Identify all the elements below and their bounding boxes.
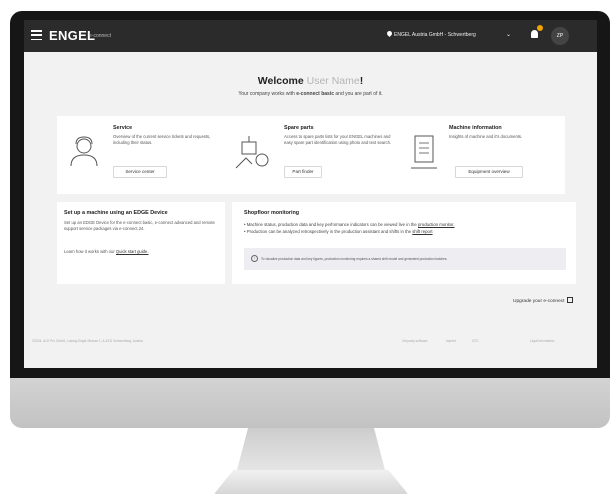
footer-link-legal[interactable]: Legal information: [530, 339, 554, 343]
monitor-stand-neck: [236, 428, 386, 474]
top-navigation-bar: ENGEL e-connect ENGEL Austria GmbH - Sch…: [24, 20, 597, 52]
shopfloor-bullet-1: • Machine status, production data and ke…: [244, 222, 455, 227]
learn-prefix: Learn how it works with our: [64, 249, 115, 254]
equipment-overview-button[interactable]: Equipment overview: [455, 166, 523, 178]
page-title: Welcome User Name!: [24, 75, 597, 87]
upgrade-link[interactable]: Upgrade your e-connect: [513, 297, 574, 304]
welcome-exclamation: !: [359, 75, 364, 87]
document-illustration-icon: [411, 135, 437, 169]
edge-setup-learn: Learn how it works with our Quick start …: [64, 249, 218, 255]
service-description: Overview of the current service tickets …: [113, 134, 211, 145]
location-pin-icon: [385, 29, 394, 38]
bullet-2-text: Production can be analyzed retrospective…: [246, 229, 412, 234]
hamburger-menu-icon[interactable]: [31, 30, 42, 41]
shift-report-link[interactable]: shift report: [412, 229, 432, 234]
shopfloor-monitoring-card: Shopfloor monitoring • Machine status, p…: [232, 202, 576, 284]
package-name: e-connect basic: [296, 91, 335, 97]
service-title: Service: [113, 125, 133, 131]
app-subtitle: e-connect: [89, 33, 111, 39]
subtitle-post: and you are part of it.: [335, 91, 383, 97]
subtitle-pre: Your company works with: [238, 91, 295, 97]
info-notice: i To visualize production data and key f…: [244, 248, 566, 270]
spare-parts-description: Access to spare parts lists for your ENG…: [284, 134, 392, 145]
production-monitor-link[interactable]: production monitor.: [418, 222, 455, 227]
bullet-1-text: Machine status, production data and key …: [246, 222, 417, 227]
footer-link-imprint[interactable]: Imprint: [446, 339, 456, 343]
edge-setup-card: Set up a machine using an EDGE Device Se…: [57, 202, 225, 284]
quick-start-guide-link[interactable]: Quick start guide.: [116, 249, 149, 254]
welcome-subtitle: Your company works with e-connect basic …: [24, 91, 597, 97]
bell-icon: [531, 30, 538, 38]
spare-parts-illustration-icon: [235, 136, 269, 169]
app-screen: ENGEL e-connect ENGEL Austria GmbH - Sch…: [24, 20, 597, 368]
spare-parts-title: Spare parts: [284, 125, 314, 131]
footer-link-gtc[interactable]: GTC: [472, 339, 479, 343]
shopfloor-bullet-2: • Production can be analyzed retrospecti…: [244, 229, 433, 234]
edge-setup-title: Set up a machine using an EDGE Device: [64, 210, 168, 216]
machine-info-title: Machine information: [449, 125, 502, 131]
footer-copyright: ©2024, ALD Pro GmbH, Ludwig-Engel-Strass…: [32, 339, 143, 343]
service-illustration-icon: [70, 136, 98, 167]
user-avatar[interactable]: ZP: [551, 27, 569, 45]
user-name: User Name: [306, 75, 360, 87]
notifications-button[interactable]: [528, 25, 543, 43]
chevron-down-icon[interactable]: ⌄: [506, 31, 511, 38]
upgrade-label: Upgrade your e-connect: [513, 299, 565, 304]
machine-info-description: Insights of machine and it's documents.: [449, 134, 523, 139]
welcome-greeting: Welcome: [257, 75, 304, 87]
info-icon: i: [251, 255, 258, 262]
monitor-chin: [10, 378, 610, 428]
external-link-icon: [567, 297, 574, 303]
footer-link-3rd-party[interactable]: 3rd party software: [402, 339, 428, 343]
part-finder-button[interactable]: Part finder: [284, 166, 322, 178]
notification-badge: [537, 25, 543, 31]
edge-setup-description: Set up an EDGE Device for the e-connect …: [64, 220, 215, 231]
location-selector[interactable]: ENGEL Austria GmbH - Schwertberg: [394, 32, 476, 38]
services-card: Service Overview of the current service …: [57, 116, 565, 194]
service-center-button[interactable]: Service center: [113, 166, 167, 178]
info-notice-text: To visualize production data and key fig…: [261, 256, 448, 261]
shopfloor-title: Shopfloor monitoring: [244, 210, 300, 216]
monitor-stand-base: [214, 470, 408, 494]
